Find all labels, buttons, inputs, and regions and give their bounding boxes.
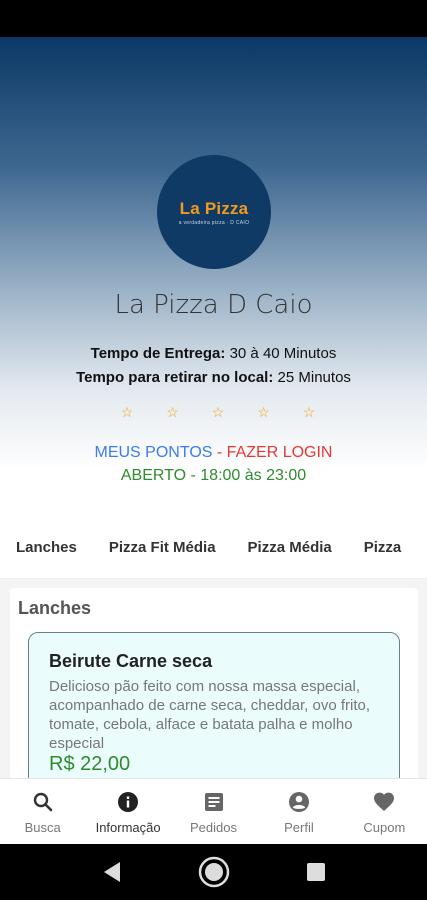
delivery-time-value: 30 à 40 Minutos xyxy=(229,345,337,362)
pickup-time-label: Tempo para retirar no local: xyxy=(76,369,274,386)
login-link[interactable]: - FAZER LOGIN xyxy=(217,444,333,461)
back-icon[interactable] xyxy=(103,861,121,883)
info-icon xyxy=(118,791,139,812)
profile-icon xyxy=(288,791,309,812)
system-nav-bar xyxy=(0,844,427,900)
logo-subtext: a verdadeira pizza · D CAIO xyxy=(178,219,250,226)
section-card: Lanches Beirute Carne seca Delicioso pão… xyxy=(10,588,418,834)
open-status: ABERTO - 18:00 às 23:00 xyxy=(120,467,307,484)
tab-pizza[interactable]: Pizza xyxy=(348,528,418,578)
nav-label: Perfil xyxy=(284,819,314,835)
star-icon: ☆ xyxy=(120,404,134,420)
status-bar xyxy=(0,0,427,37)
product-price: R$ 22,00 xyxy=(49,753,131,775)
search-icon xyxy=(33,792,53,811)
points-login-row: MEUS PONTOS - FAZER LOGIN xyxy=(0,444,427,462)
nav-pedidos[interactable]: Pedidos xyxy=(171,779,256,845)
star-icon: ☆ xyxy=(166,404,179,420)
category-tabs: Lanches Pizza Fit Média Pizza Média Pizz… xyxy=(0,528,427,579)
tab-lanches[interactable]: Lanches xyxy=(0,528,93,578)
recents-icon[interactable] xyxy=(307,863,325,881)
product-name: Beirute Carne seca xyxy=(49,651,213,671)
delivery-time: Tempo de Entrega: 30 à 40 Minutos xyxy=(0,345,427,362)
delivery-time-label: Tempo de Entrega: xyxy=(90,345,226,362)
store-logo: La Pizza a verdadeira pizza · D CAIO xyxy=(157,155,271,269)
product-description: Delicioso pão feito com nossa massa espe… xyxy=(49,678,371,752)
orders-icon xyxy=(204,792,223,811)
nav-cupom[interactable]: Cupom xyxy=(342,779,427,845)
star-icon: ☆ xyxy=(302,404,316,420)
logo-text: La Pizza xyxy=(179,198,249,218)
store-header xyxy=(0,37,427,507)
tab-pizza-media[interactable]: Pizza Média xyxy=(232,528,348,578)
pickup-time-value: 25 Minutos xyxy=(277,369,351,386)
nav-busca[interactable]: Busca xyxy=(0,779,85,845)
pickup-time: Tempo para retirar no local: 25 Minutos xyxy=(0,369,427,386)
bottom-nav: Busca Informação Pedidos Perfil Cupom xyxy=(0,778,427,845)
home-icon[interactable] xyxy=(198,856,230,888)
store-name: La Pizza D Caio xyxy=(114,290,313,320)
nav-label: Busca xyxy=(24,819,61,835)
rating-stars: ☆ ☆ ☆ ☆ ☆ xyxy=(118,404,318,421)
nav-informacao[interactable]: Informação xyxy=(85,779,170,845)
star-icon: ☆ xyxy=(257,404,270,420)
nav-label: Informação xyxy=(95,819,161,835)
star-icon: ☆ xyxy=(211,404,225,420)
nav-label: Pedidos xyxy=(190,819,237,835)
nav-label: Cupom xyxy=(363,819,406,835)
section-title: Lanches xyxy=(18,598,92,618)
tab-pizza-fit-media[interactable]: Pizza Fit Média xyxy=(93,528,232,578)
heart-icon xyxy=(374,792,395,811)
nav-perfil[interactable]: Perfil xyxy=(256,779,341,845)
my-points-link[interactable]: MEUS PONTOS xyxy=(95,444,213,461)
